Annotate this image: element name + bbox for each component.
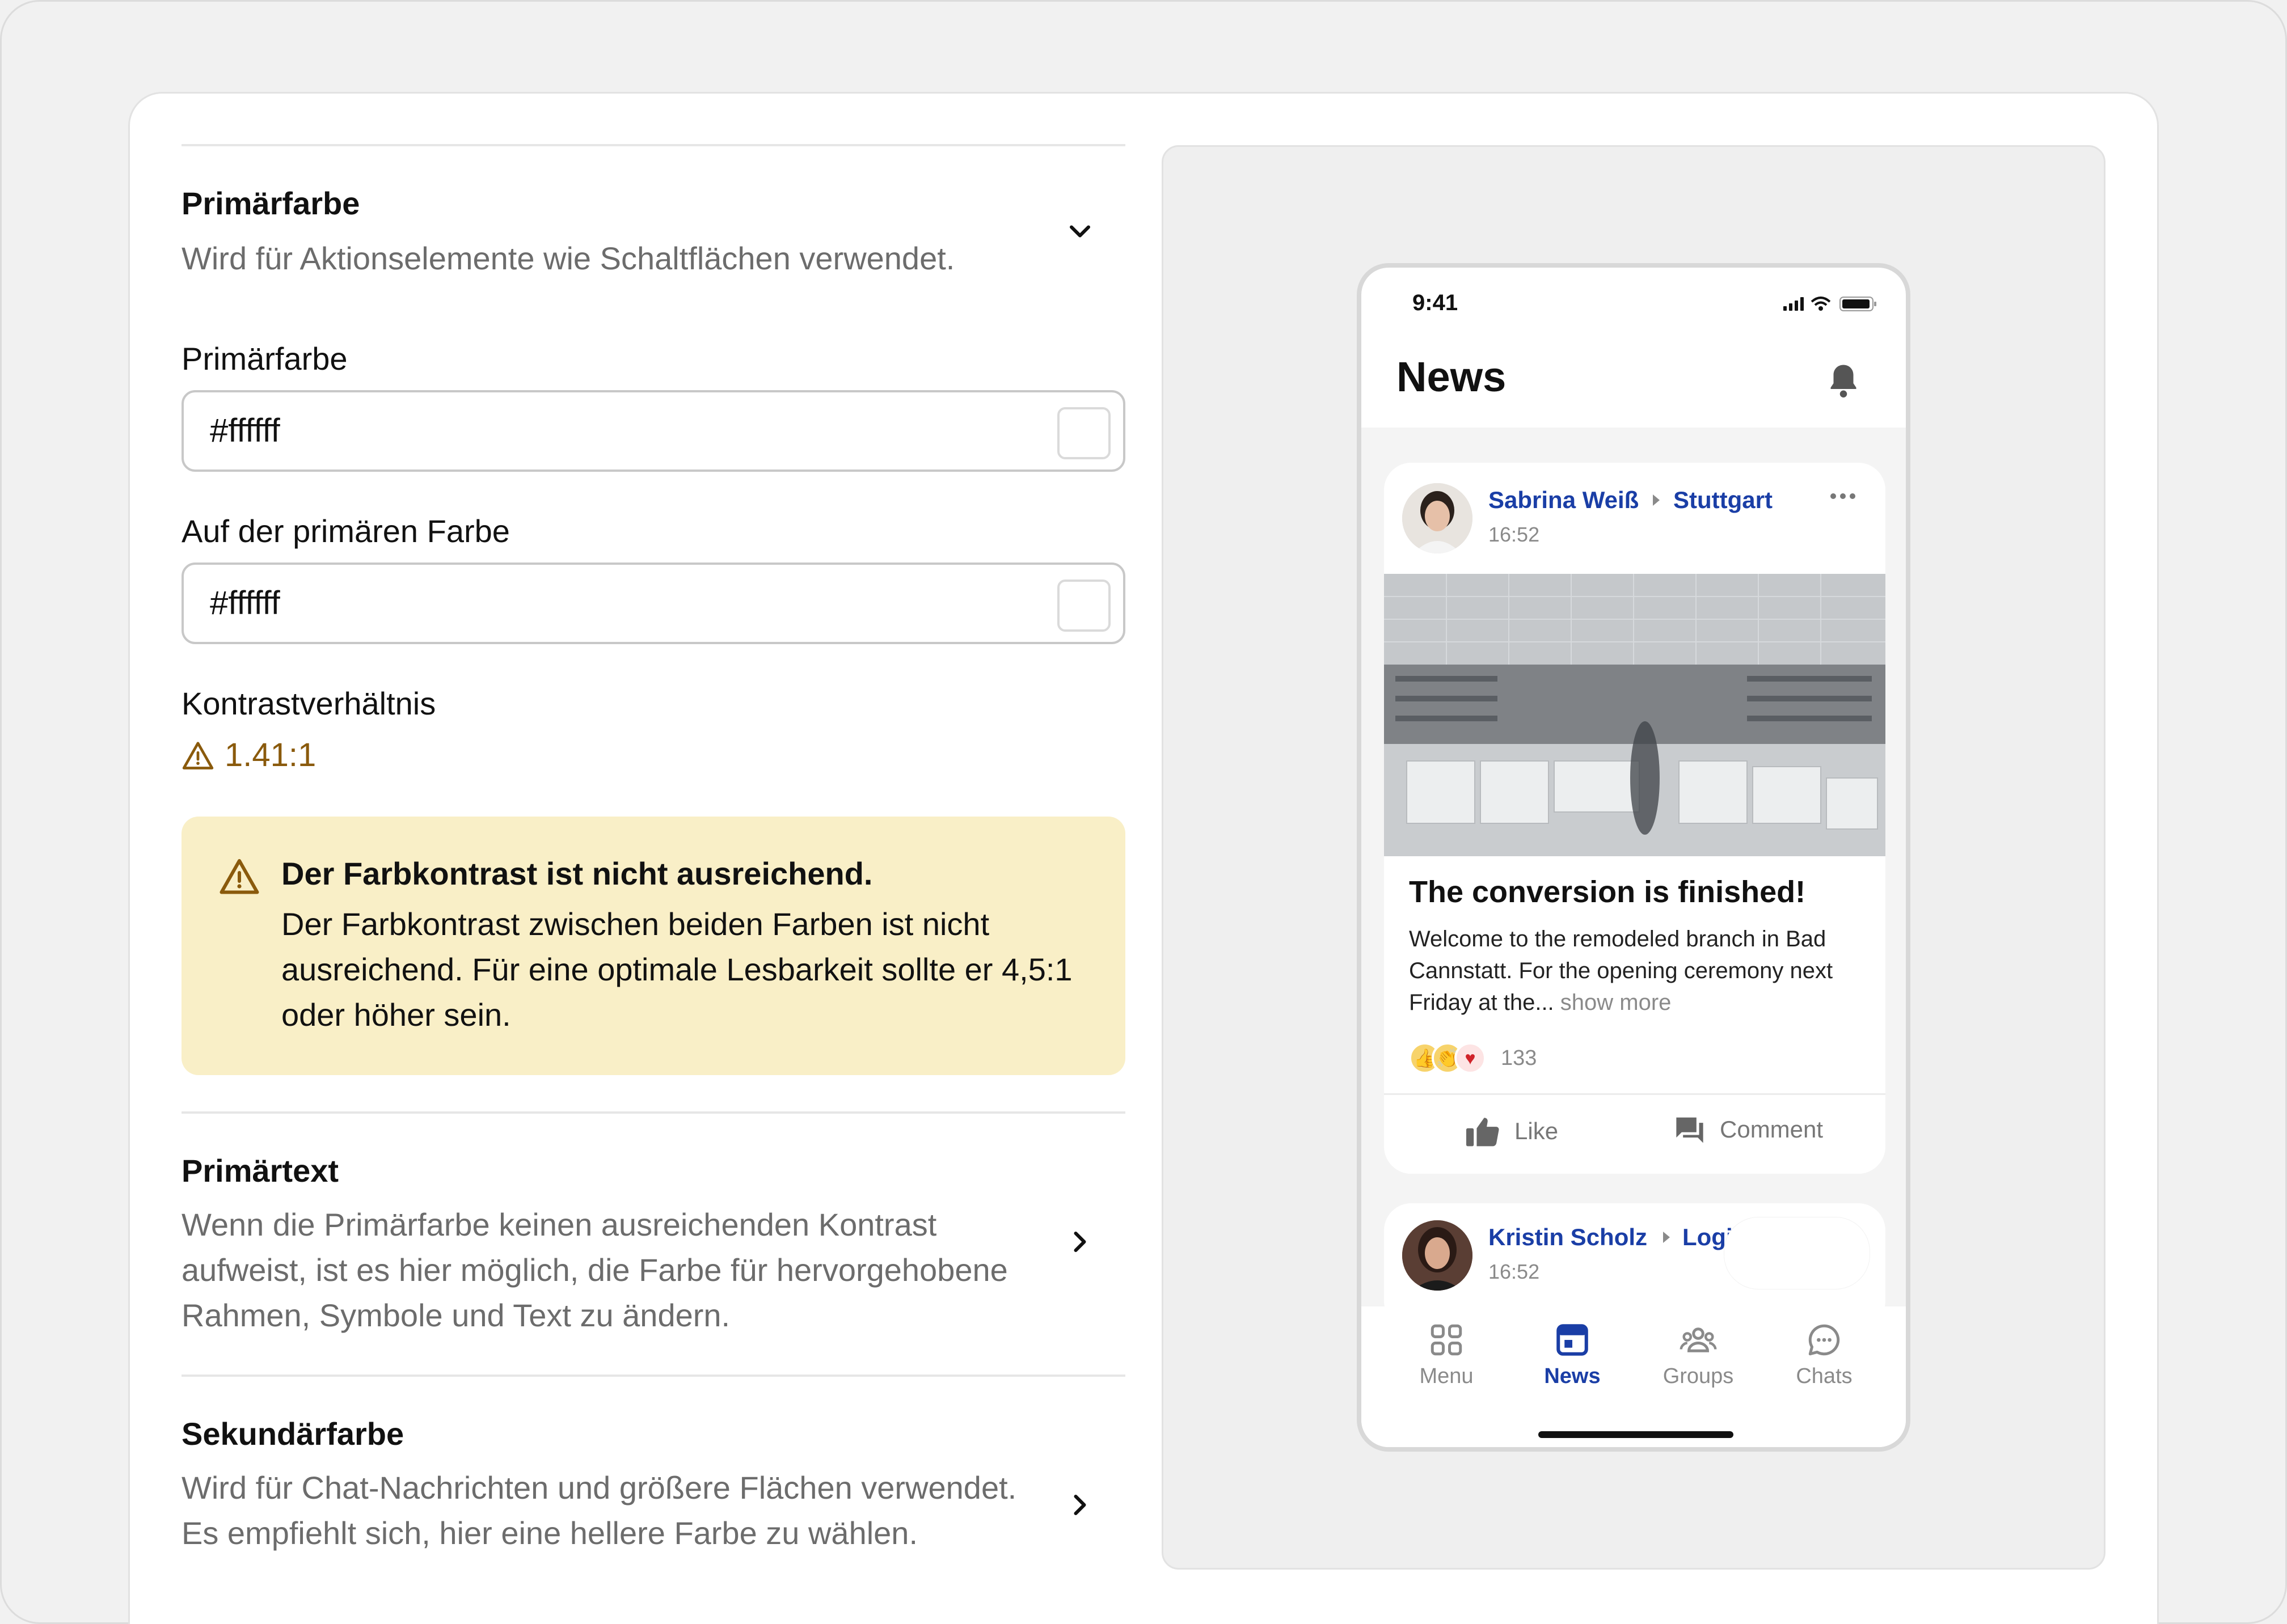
on-primary-color-value[interactable]: #ffffff — [210, 584, 280, 622]
like-button[interactable]: Like — [1465, 1115, 1558, 1148]
home-indicator — [1538, 1431, 1733, 1438]
secondary-section-title: Sekundärfarbe — [182, 1416, 404, 1452]
tab-menu[interactable]: Menu — [1390, 1321, 1503, 1389]
post-location[interactable]: Stuttgart — [1673, 487, 1773, 514]
primary-color-input[interactable]: #ffffff — [182, 390, 1125, 472]
tab-news-label: News — [1544, 1364, 1601, 1388]
tab-bar: Menu News Groups Chats — [1361, 1306, 1906, 1447]
avatar[interactable] — [1402, 1220, 1472, 1291]
on-primary-color-swatch[interactable] — [1057, 580, 1111, 632]
post-divider — [1384, 1093, 1885, 1095]
status-icons — [1783, 297, 1876, 311]
contrast-warning: Der Farbkontrast ist nicht ausreichend. … — [182, 817, 1125, 1075]
avatar-image — [1402, 1220, 1472, 1291]
tab-menu-label: Menu — [1419, 1364, 1474, 1388]
avatar[interactable] — [1402, 483, 1472, 553]
post-author[interactable]: Sabrina Weiß — [1488, 487, 1639, 514]
divider — [182, 1375, 1125, 1377]
status-time: 9:41 — [1412, 290, 1458, 315]
show-more-link[interactable]: show more — [1560, 990, 1672, 1015]
primary-text-section-title: Primärtext — [182, 1153, 339, 1189]
comment-button[interactable]: Comment — [1673, 1115, 1823, 1144]
post-time: 16:52 — [1488, 523, 1540, 546]
contrast-ratio-value: 1.41:1 — [225, 737, 317, 773]
contrast-label: Kontrastverhältnis — [182, 686, 436, 721]
app-title: News — [1396, 353, 1507, 400]
on-primary-label: Auf der primären Farbe — [182, 513, 510, 549]
tab-groups[interactable]: Groups — [1642, 1321, 1755, 1389]
warning-icon — [220, 859, 259, 894]
grid-icon — [1431, 1324, 1462, 1356]
chat-icon — [1808, 1324, 1840, 1356]
caret-right-icon — [1663, 1232, 1670, 1243]
post-time: 16:52 — [1488, 1260, 1540, 1283]
chevron-right-icon[interactable] — [1063, 1225, 1097, 1259]
primary-text-section-description: Wenn die Primärfarbe keinen ausreichende… — [182, 1207, 1008, 1333]
tab-groups-label: Groups — [1662, 1364, 1734, 1388]
thumbs-up-icon — [1466, 1118, 1499, 1147]
primary-section-title: Primärfarbe — [182, 185, 360, 221]
on-primary-color-input[interactable]: #ffffff — [182, 563, 1125, 644]
tab-news[interactable]: News — [1516, 1321, 1629, 1389]
warning-icon — [182, 741, 214, 769]
phone-preview: 9:41 News Sabrina Weiß Stuttgart 16:52 T… — [1357, 263, 1910, 1452]
post-image[interactable] — [1384, 574, 1885, 856]
reactions[interactable]: 👍 👏 ♥ 133 — [1409, 1042, 1537, 1074]
groups-icon — [1680, 1327, 1717, 1352]
contrast-ratio: 1.41:1 — [182, 736, 316, 774]
tab-chats[interactable]: Chats — [1767, 1321, 1881, 1389]
settings-panel: Primärfarbe Wird für Aktionselemente wie… — [182, 0, 1125, 1624]
bell-icon[interactable] — [1826, 362, 1860, 399]
primary-section-description: Wird für Aktionselemente wie Schaltfläch… — [182, 240, 955, 276]
chevron-down-icon[interactable] — [1063, 214, 1097, 248]
like-label: Like — [1514, 1118, 1559, 1144]
news-icon — [1556, 1324, 1588, 1356]
comment-label: Comment — [1720, 1116, 1824, 1143]
avatar-image — [1402, 483, 1472, 553]
tab-chats-label: Chats — [1796, 1364, 1853, 1388]
primary-color-value[interactable]: #ffffff — [210, 412, 280, 450]
chevron-right-icon[interactable] — [1063, 1488, 1097, 1522]
post-author[interactable]: Kristin Scholz — [1488, 1224, 1647, 1251]
warning-text: Der Farbkontrast zwischen beiden Farben … — [281, 906, 1073, 1033]
divider — [182, 1111, 1125, 1114]
comment-icon — [1676, 1117, 1703, 1143]
caret-right-icon — [1653, 494, 1660, 506]
secondary-section-description: Wird für Chat-Nachrichten und größere Fl… — [182, 1470, 1017, 1551]
divider — [182, 144, 1125, 146]
more-icon[interactable] — [1829, 492, 1857, 500]
warning-title: Der Farbkontrast ist nicht ausreichend. — [281, 856, 873, 891]
primary-color-swatch[interactable] — [1057, 407, 1111, 459]
post-title: The conversion is finished! — [1409, 875, 1806, 909]
primary-color-label: Primärfarbe — [182, 341, 348, 377]
floating-bubble — [1724, 1217, 1870, 1289]
post-body: Welcome to the remodeled branch in Bad C… — [1409, 923, 1868, 1018]
news-post[interactable]: Sabrina Weiß Stuttgart 16:52 The convers… — [1384, 463, 1885, 1174]
reaction-count: 133 — [1501, 1046, 1537, 1070]
heart-reaction-icon: ♥ — [1454, 1042, 1486, 1074]
